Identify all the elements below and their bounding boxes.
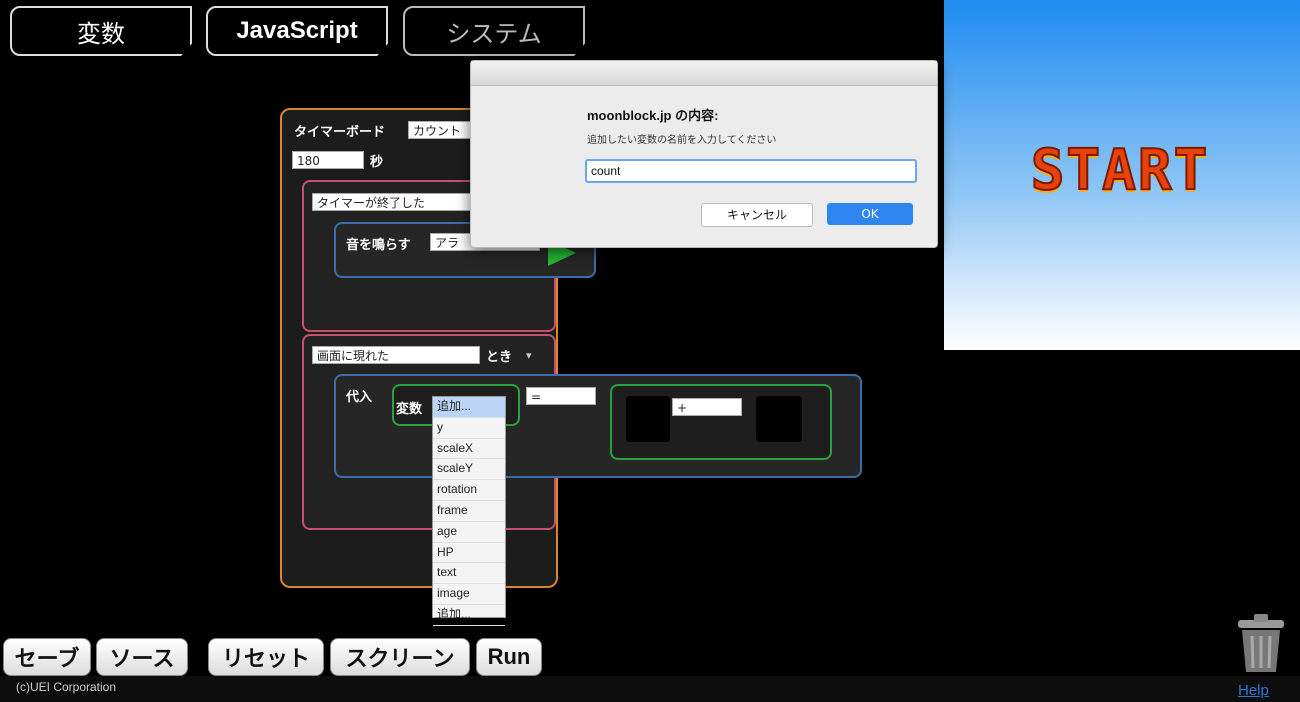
- variable-name-input[interactable]: [585, 159, 917, 183]
- help-link[interactable]: Help: [1238, 682, 1269, 699]
- operator-plus-field[interactable]: +: [672, 398, 742, 416]
- tab-system[interactable]: システム: [403, 6, 585, 56]
- play-sound-label: 音を鳴らす: [346, 238, 411, 253]
- prompt-dialog: moonblock.jp の内容: 追加したい変数の名前を入力してください キャ…: [470, 60, 938, 248]
- assign-label: 代入: [346, 390, 373, 405]
- variable-dropdown[interactable]: 追加... y scaleX scaleY rotation frame age…: [432, 396, 506, 626]
- operator-assign-field[interactable]: =: [526, 387, 596, 405]
- dropdown-item[interactable]: age: [433, 522, 505, 543]
- start-title: START: [1030, 137, 1210, 204]
- reset-button[interactable]: リセット: [208, 638, 324, 676]
- timer-label: タイマーボード: [294, 125, 386, 140]
- dialog-title: moonblock.jp の内容:: [587, 108, 719, 123]
- dropdown-item[interactable]: scaleX: [433, 439, 505, 460]
- copyright-text: (c)UEI Corporation: [16, 680, 117, 694]
- dialog-message: 追加したい変数の名前を入力してください: [587, 135, 777, 146]
- seconds-unit: 秒: [370, 155, 384, 170]
- tab-label: 変数: [77, 19, 125, 48]
- dropdown-item[interactable]: rotation: [433, 480, 505, 501]
- dropdown-item[interactable]: text: [433, 563, 505, 585]
- cancel-button[interactable]: キャンセル: [701, 203, 813, 227]
- variable-label: 変数: [396, 402, 423, 417]
- tab-variables[interactable]: 変数: [10, 6, 192, 56]
- dropdown-item[interactable]: 追加...: [433, 605, 505, 626]
- dropdown-item[interactable]: image: [433, 584, 505, 605]
- event-timer-end-field[interactable]: タイマーが終了した: [312, 193, 472, 211]
- dialog-titlebar: [471, 61, 937, 86]
- ok-button[interactable]: OK: [827, 203, 913, 225]
- dropdown-item[interactable]: HP: [433, 543, 505, 564]
- dropdown-item[interactable]: scaleY: [433, 459, 505, 481]
- screen-button[interactable]: スクリーン: [330, 638, 470, 676]
- tab-label: JavaScript: [236, 17, 358, 44]
- tab-javascript[interactable]: JavaScript: [206, 6, 388, 56]
- save-button[interactable]: セーブ: [3, 638, 91, 676]
- dropdown-item[interactable]: frame: [433, 501, 505, 522]
- tab-label: システム: [446, 19, 542, 48]
- chevron-down-icon[interactable]: ▾: [526, 349, 532, 362]
- trash-icon[interactable]: [1234, 612, 1288, 676]
- event-screen-field[interactable]: 画面に現れた: [312, 346, 480, 364]
- dropdown-item[interactable]: y: [433, 418, 505, 439]
- timer-seconds-field[interactable]: 180: [292, 151, 364, 169]
- run-button[interactable]: Run: [476, 638, 542, 676]
- dropdown-item[interactable]: 追加...: [433, 397, 505, 418]
- timer-mode-field[interactable]: カウント: [408, 121, 478, 139]
- when-label: とき: [486, 350, 513, 365]
- source-button[interactable]: ソース: [96, 638, 188, 676]
- left-operand-slot[interactable]: [626, 396, 670, 442]
- right-operand-slot[interactable]: [756, 396, 802, 442]
- footer-bar: [0, 676, 1300, 702]
